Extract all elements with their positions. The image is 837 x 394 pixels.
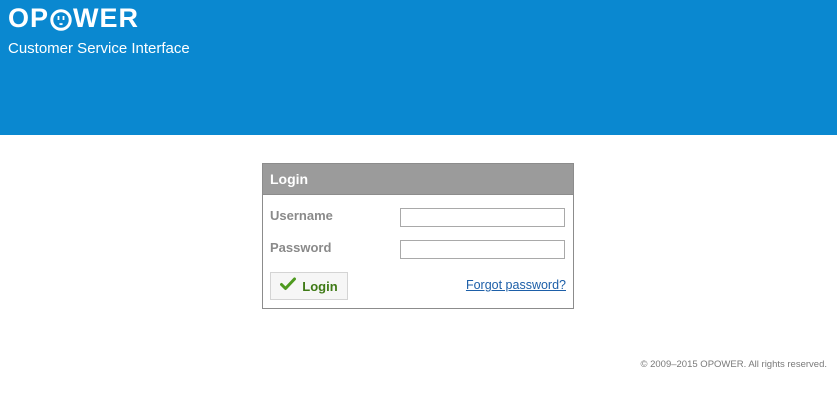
login-button-label: Login [302, 278, 338, 294]
login-button[interactable]: Login [270, 272, 348, 300]
username-label: Username [270, 208, 333, 223]
password-label: Password [270, 240, 332, 255]
logo-text-right: WER [73, 2, 140, 33]
opower-logo: OP WER [8, 2, 140, 33]
header-banner: OP WER Customer Service Interface [0, 0, 837, 135]
logo-text-left: OP [8, 2, 50, 33]
login-panel-title: Login [263, 164, 573, 195]
copyright-footer: © 2009–2015 OPOWER. All rights reserved. [640, 359, 827, 370]
checkmark-icon [280, 277, 297, 296]
forgot-password-link[interactable]: Forgot password? [466, 278, 566, 292]
outlet-face-icon [50, 7, 72, 31]
login-panel: Login Username Password Login Forgot pas… [262, 163, 574, 309]
page-subtitle: Customer Service Interface [8, 40, 190, 57]
username-input[interactable] [400, 208, 565, 227]
password-input[interactable] [400, 240, 565, 259]
